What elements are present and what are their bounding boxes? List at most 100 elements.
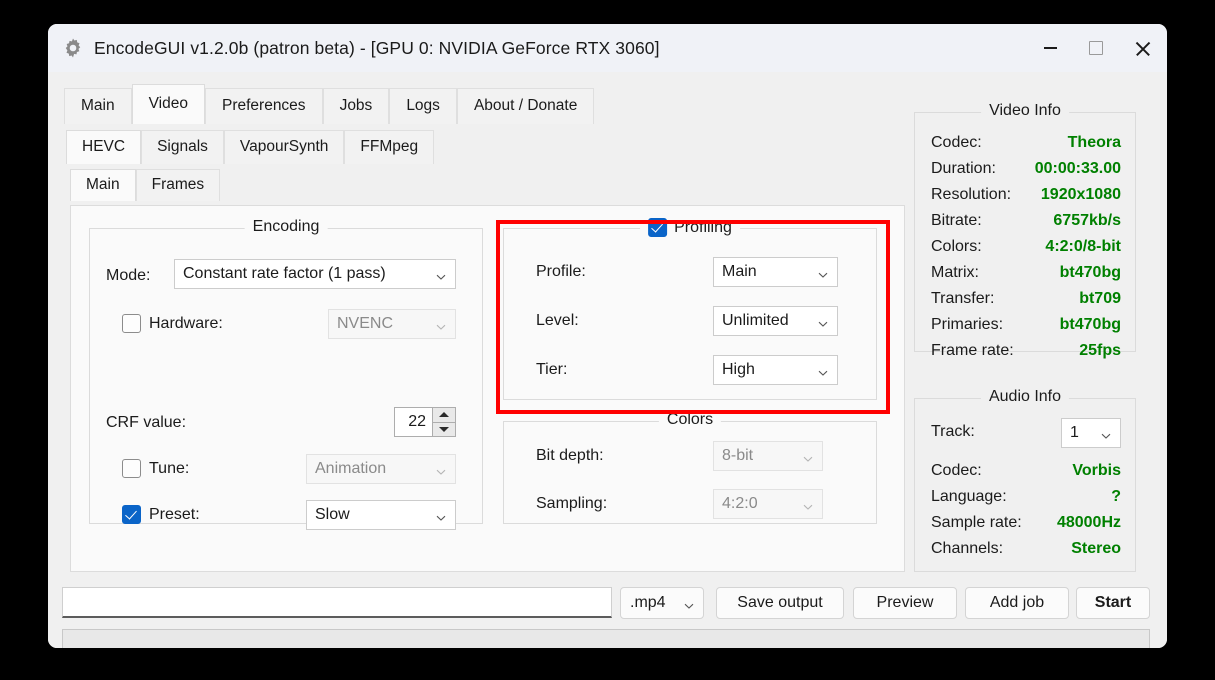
maximize-icon: [1089, 41, 1103, 55]
extension-combobox[interactable]: .mp4: [620, 587, 704, 619]
crf-value-label: CRF value:: [106, 414, 187, 431]
video-resolution-value: 1920x1080: [1040, 185, 1121, 203]
audio-channels-value: Stereo: [1071, 539, 1121, 557]
preset-label: Preset:: [149, 506, 200, 523]
crf-spin-buttons[interactable]: [432, 408, 455, 436]
profiling-checkbox[interactable]: [648, 218, 668, 237]
close-button[interactable]: [1119, 24, 1165, 72]
profiling-group-label: Profiling: [674, 218, 732, 236]
video-info-row: Bitrate: 6757kb/s: [915, 209, 1135, 232]
tab-hevc-main[interactable]: Main: [70, 169, 136, 201]
video-transfer-value: bt709: [1079, 289, 1121, 307]
window-controls: [1027, 24, 1165, 72]
tier-label: Tier:: [536, 361, 568, 378]
bit-depth-combobox[interactable]: 8-bit: [713, 441, 823, 471]
mode-value: Constant rate factor (1 pass): [183, 265, 386, 282]
video-info-row: Primaries: bt470bg: [915, 313, 1135, 336]
crf-value: 22: [408, 413, 426, 430]
audio-info-row: Language: ?: [915, 485, 1135, 508]
profile-label: Profile:: [536, 263, 586, 280]
tier-value: High: [722, 361, 755, 378]
video-info-row: Matrix: bt470bg: [915, 261, 1135, 284]
crf-increment-button[interactable]: [433, 408, 455, 422]
caret-down-icon: [439, 426, 449, 432]
sampling-combobox[interactable]: 4:2:0: [713, 489, 823, 519]
audio-track-value: 1: [1070, 424, 1079, 441]
tab-preferences[interactable]: Preferences: [204, 88, 323, 124]
video-info-row: Frame rate: 25fps: [915, 339, 1135, 362]
level-value: Unlimited: [722, 312, 789, 329]
tab-jobs[interactable]: Jobs: [322, 88, 390, 124]
video-duration-label: Duration:: [931, 159, 996, 177]
encoding-group-title: Encoding: [244, 218, 328, 236]
minimize-button[interactable]: [1027, 24, 1073, 72]
crf-value-spinner[interactable]: 22: [394, 407, 456, 437]
preview-button[interactable]: Preview: [853, 587, 957, 619]
chevron-down-icon: [803, 499, 813, 510]
extension-value: .mp4: [630, 594, 666, 611]
crf-decrement-button[interactable]: [433, 421, 455, 436]
chevron-down-icon: [803, 451, 813, 462]
tab-ffmpeg[interactable]: FFMpeg: [344, 130, 435, 164]
tab-signals[interactable]: Signals: [141, 130, 224, 164]
audio-track-combobox[interactable]: 1: [1061, 418, 1121, 448]
bit-depth-value: 8-bit: [722, 447, 754, 464]
tertiary-tabstrip: Main Frames: [70, 169, 221, 201]
audio-codec-value: Vorbis: [1072, 461, 1121, 479]
audio-codec-label: Codec:: [931, 461, 982, 479]
add-job-button[interactable]: Add job: [965, 587, 1069, 619]
profiling-group-title: Profiling: [640, 218, 740, 237]
sampling-label: Sampling:: [536, 495, 608, 512]
video-bitrate-value: 6757kb/s: [1053, 211, 1121, 229]
save-output-button[interactable]: Save output: [716, 587, 844, 619]
tab-logs[interactable]: Logs: [389, 88, 457, 124]
tune-checkbox[interactable]: [122, 459, 141, 478]
tab-about-donate[interactable]: About / Donate: [456, 88, 595, 124]
video-info-panel: Video Info Codec: Theora Duration: 00:00…: [914, 102, 1136, 359]
mode-label: Mode:: [106, 267, 151, 284]
maximize-button[interactable]: [1073, 24, 1119, 72]
tab-video[interactable]: Video: [131, 84, 205, 124]
bit-depth-label: Bit depth:: [536, 447, 604, 464]
hardware-checkbox[interactable]: [122, 314, 141, 333]
output-path-input[interactable]: [62, 587, 612, 618]
chevron-down-icon: [1101, 428, 1111, 439]
chevron-down-icon: [436, 510, 446, 521]
video-settings-panel: Encoding Mode: Constant rate factor (1 p…: [70, 205, 905, 572]
video-info-row: Codec: Theora: [915, 131, 1135, 154]
close-icon: [1135, 41, 1150, 56]
chevron-down-icon: [818, 365, 828, 376]
start-button[interactable]: Start: [1076, 587, 1150, 619]
title-bar: EncodeGUI v1.2.0b (patron beta) - [GPU 0…: [48, 24, 1167, 72]
preset-combobox[interactable]: Slow: [306, 500, 456, 530]
tab-hevc-frames[interactable]: Frames: [135, 169, 221, 201]
audio-info-row: Channels: Stereo: [915, 537, 1135, 560]
video-info-row: Duration: 00:00:33.00: [915, 157, 1135, 180]
tune-combobox[interactable]: Animation: [306, 454, 456, 484]
audio-samplerate-label: Sample rate:: [931, 513, 1022, 531]
tab-vapoursynth[interactable]: VapourSynth: [223, 130, 345, 164]
chevron-down-icon: [818, 267, 828, 278]
tab-main[interactable]: Main: [64, 88, 132, 124]
chevron-down-icon: [818, 316, 828, 327]
video-matrix-value: bt470bg: [1059, 263, 1121, 281]
video-colors-value: 4:2:0/8-bit: [1045, 237, 1121, 255]
level-label: Level:: [536, 312, 579, 329]
video-colors-label: Colors:: [931, 237, 982, 255]
video-framerate-label: Frame rate:: [931, 341, 1014, 359]
mode-combobox[interactable]: Constant rate factor (1 pass): [174, 259, 456, 289]
tab-hevc[interactable]: HEVC: [66, 130, 142, 164]
audio-info-row: Codec: Vorbis: [915, 459, 1135, 482]
profile-combobox[interactable]: Main: [713, 257, 838, 287]
client-area: Main Video Preferences Jobs Logs About /…: [48, 72, 1167, 648]
preset-checkbox[interactable]: [122, 505, 141, 524]
video-info-title: Video Info: [981, 102, 1069, 120]
tier-combobox[interactable]: High: [713, 355, 838, 385]
hardware-value: NVENC: [337, 315, 394, 332]
colors-groupbox: Colors Bit depth: 8-bit Sampling: 4:2:0: [503, 411, 877, 524]
chevron-down-icon: [436, 464, 446, 475]
video-framerate-value: 25fps: [1079, 341, 1121, 359]
video-transfer-label: Transfer:: [931, 289, 995, 307]
level-combobox[interactable]: Unlimited: [713, 306, 838, 336]
hardware-combobox[interactable]: NVENC: [328, 309, 456, 339]
